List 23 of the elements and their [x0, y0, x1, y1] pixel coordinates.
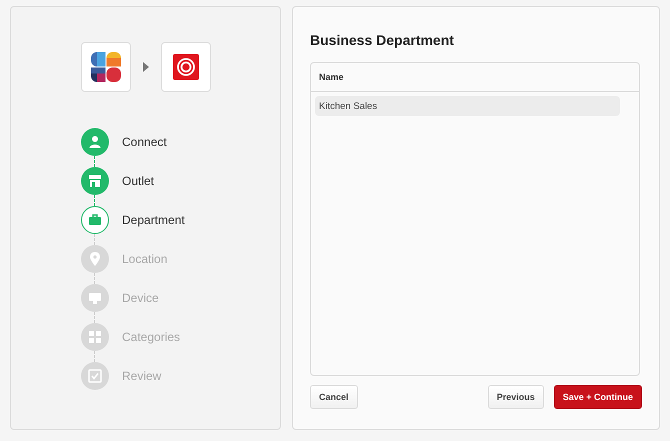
- map-pin-icon: [88, 252, 102, 266]
- continue-button[interactable]: Save + Continue: [554, 385, 642, 409]
- panel-title: Business Department: [310, 32, 455, 48]
- column-header: Name: [319, 72, 344, 82]
- checkbox-icon: [88, 369, 102, 383]
- briefcase-icon: [88, 213, 102, 227]
- step-label: Device: [122, 291, 159, 305]
- grid-icon: [88, 330, 102, 344]
- step-label: Categories: [122, 330, 180, 344]
- grid-logo-icon: [91, 52, 121, 82]
- step-label: Review: [122, 369, 162, 383]
- nav-button[interactable]: Previous: [488, 385, 544, 409]
- table-row[interactable]: Kitchen Sales: [315, 96, 620, 116]
- arrow-icon: [143, 62, 149, 72]
- person-icon: [88, 135, 102, 149]
- nav-button[interactable]: Cancel: [310, 385, 358, 409]
- step-label: Connect: [122, 135, 167, 149]
- storefront-icon: [88, 174, 102, 188]
- step-label: Department: [122, 213, 185, 227]
- step-label: Location: [122, 252, 168, 266]
- target-logo-icon: [173, 54, 199, 80]
- step-label: Outlet: [122, 174, 154, 188]
- monitor-icon: [88, 291, 102, 305]
